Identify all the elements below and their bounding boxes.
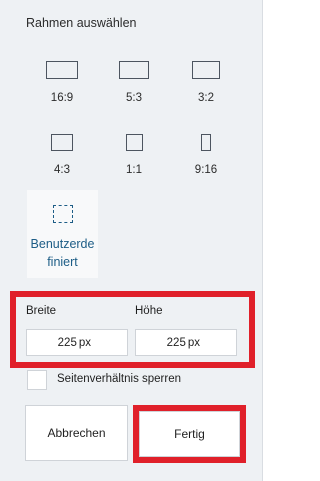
height-value: 225: [166, 336, 186, 349]
frame-option-custom[interactable]: Benutzerdefiniert: [27, 190, 98, 278]
height-input[interactable]: 225 px: [135, 329, 237, 356]
frame-option-3-2[interactable]: 3:2: [176, 57, 236, 113]
width-value: 225: [57, 336, 77, 349]
aspect-16-9-icon: [32, 57, 92, 83]
dashed-frame-icon: [52, 205, 73, 223]
width-unit: px: [78, 336, 91, 349]
frame-label-1-1: 1:1: [126, 164, 142, 176]
frame-label-9-16: 9:16: [194, 164, 218, 176]
width-input[interactable]: 225 px: [26, 329, 128, 356]
custom-frame-label: Benutzerdefiniert: [30, 237, 95, 269]
frame-option-4-3[interactable]: 4:3: [32, 129, 92, 185]
frame-label-4-3: 4:3: [54, 164, 70, 176]
frame-label-16-9: 16:9: [50, 92, 74, 104]
frame-label-5-3: 5:3: [126, 92, 142, 104]
frame-option-5-3[interactable]: 5:3: [104, 57, 164, 113]
lock-aspect-label: Seitenverhältnis sperren: [57, 373, 182, 385]
frame-label-3-2: 3:2: [198, 92, 214, 104]
aspect-9-16-icon: [176, 129, 236, 155]
frame-option-16-9[interactable]: 16:9: [32, 57, 92, 113]
width-label: Breite: [26, 305, 57, 317]
cancel-button[interactable]: Abbrechen: [25, 405, 128, 461]
done-button[interactable]: Fertig: [139, 411, 240, 457]
lock-aspect-checkbox[interactable]: [27, 370, 47, 390]
aspect-5-3-icon: [104, 57, 164, 83]
height-label: Höhe: [135, 305, 163, 317]
right-edge: [263, 0, 268, 481]
height-unit: px: [187, 336, 200, 349]
aspect-3-2-icon: [176, 57, 236, 83]
frame-option-9-16[interactable]: 9:16: [176, 129, 236, 185]
frame-option-1-1[interactable]: 1:1: [104, 129, 164, 185]
aspect-1-1-icon: [104, 129, 164, 155]
aspect-4-3-icon: [32, 129, 92, 155]
panel-title: Rahmen auswählen: [26, 16, 137, 30]
